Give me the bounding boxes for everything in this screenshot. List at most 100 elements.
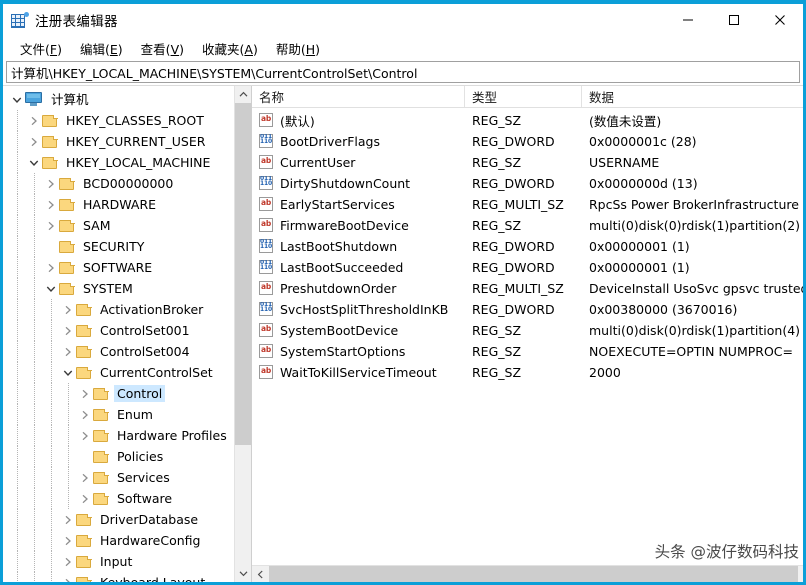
tree-item-controlset001[interactable]: ControlSet001 bbox=[3, 320, 234, 341]
table-row[interactable]: ab (默认) REG_SZ (数值未设置) bbox=[252, 110, 803, 131]
menu-item-4[interactable]: 收藏夹(A) bbox=[193, 37, 267, 60]
tree-item-bcd00000000[interactable]: BCD00000000 bbox=[3, 173, 234, 194]
value-type-text: REG_DWORD bbox=[472, 175, 555, 191]
chevron-right-icon[interactable] bbox=[60, 299, 76, 320]
tree-item-policies[interactable]: Policies bbox=[3, 446, 234, 467]
tree-item-hardwareconfig[interactable]: HardwareConfig bbox=[3, 530, 234, 551]
tree-item-hardware[interactable]: HARDWARE bbox=[3, 194, 234, 215]
folder-icon bbox=[76, 555, 92, 569]
chevron-right-icon[interactable] bbox=[77, 383, 93, 404]
column-header-type[interactable]: 类型 bbox=[465, 86, 582, 107]
menu-item-5[interactable]: 帮助(H) bbox=[267, 37, 329, 60]
chevron-right-icon[interactable] bbox=[43, 257, 59, 278]
chevron-right-icon[interactable] bbox=[60, 551, 76, 572]
address-bar[interactable]: 计算机\HKEY_LOCAL_MACHINE\SYSTEM\CurrentCon… bbox=[6, 61, 800, 83]
chevron-right-icon[interactable] bbox=[60, 320, 76, 341]
tree-item-hardware-profiles[interactable]: Hardware Profiles bbox=[3, 425, 234, 446]
tree-item-hkey-local-machine[interactable]: HKEY_LOCAL_MACHINE bbox=[3, 152, 234, 173]
column-header-name[interactable]: 名称 bbox=[252, 86, 465, 107]
minimize-button[interactable] bbox=[665, 4, 711, 36]
table-row[interactable]: 011 110 SvcHostSplitThresholdInKB REG_DWORD… bbox=[252, 299, 803, 320]
chevron-right-icon[interactable] bbox=[60, 572, 76, 582]
table-row[interactable]: 011 110 LastBootSucceeded REG_DWORD 0x000000… bbox=[252, 257, 803, 278]
table-row[interactable]: ab FirmwareBootDevice REG_SZ multi(0)disk(0… bbox=[252, 215, 803, 236]
value-data-text: 0x00000001 (1) bbox=[589, 259, 690, 275]
folder-icon bbox=[59, 282, 75, 296]
tree-scroll-up-button[interactable] bbox=[235, 86, 251, 103]
column-header-data[interactable]: 数据 bbox=[582, 86, 803, 107]
values-scroll-thumb[interactable] bbox=[269, 566, 798, 582]
tree-item-input[interactable]: Input bbox=[3, 551, 234, 572]
chevron-down-icon[interactable] bbox=[43, 278, 59, 299]
tree-guide-line bbox=[68, 425, 69, 446]
chevron-down-icon[interactable] bbox=[9, 89, 25, 110]
tree-item-sam[interactable]: SAM bbox=[3, 215, 234, 236]
value-name-cell: ab EarlyStartServices bbox=[252, 197, 465, 212]
tree-item-label: HKEY_CLASSES_ROOT bbox=[66, 113, 204, 128]
chevron-right-icon[interactable] bbox=[77, 404, 93, 425]
tree-vertical-scrollbar[interactable] bbox=[234, 86, 251, 582]
tree-item-control[interactable]: Control bbox=[3, 383, 234, 404]
menu-item-2[interactable]: 编辑(E) bbox=[71, 37, 132, 60]
tree-item-software[interactable]: Software bbox=[3, 488, 234, 509]
tree-item-software[interactable]: SOFTWARE bbox=[3, 257, 234, 278]
tree-item-label: ControlSet001 bbox=[100, 323, 190, 338]
tree-item-hkey-classes-root[interactable]: HKEY_CLASSES_ROOT bbox=[3, 110, 234, 131]
tree-scroll-down-button[interactable] bbox=[235, 565, 251, 582]
table-row[interactable]: 011 110 DirtyShutdownCount REG_DWORD 0x00000… bbox=[252, 173, 803, 194]
chevron-right-icon[interactable] bbox=[26, 131, 42, 152]
tree-item-keyboard-layout[interactable]: Keyboard Layout bbox=[3, 572, 234, 582]
table-row[interactable]: ab CurrentUser REG_SZ USERNAME bbox=[252, 152, 803, 173]
registry-tree[interactable]: 计算机 HKEY_CLASSES_ROOT HKEY_CURRENT_USER HKE… bbox=[3, 86, 234, 582]
tree-item-activationbroker[interactable]: ActivationBroker bbox=[3, 299, 234, 320]
value-type-text: REG_SZ bbox=[472, 343, 522, 359]
chevron-down-icon[interactable] bbox=[60, 362, 76, 383]
chevron-right-icon[interactable] bbox=[60, 509, 76, 530]
maximize-button[interactable] bbox=[711, 4, 757, 36]
value-data-cell: RpcSs Power BrokerInfrastructure S bbox=[582, 196, 803, 214]
chevron-right-icon[interactable] bbox=[60, 530, 76, 551]
tree-item-system[interactable]: SYSTEM bbox=[3, 278, 234, 299]
tree-guide-line bbox=[34, 404, 35, 425]
values-scroll-track[interactable] bbox=[269, 566, 803, 582]
table-row[interactable]: ab SystemBootDevice REG_SZ multi(0)disk(0)r… bbox=[252, 320, 803, 341]
dword-value-icon: 011 110 bbox=[259, 134, 274, 149]
table-row[interactable]: ab WaitToKillServiceTimeout REG_SZ 2000 bbox=[252, 362, 803, 383]
tree-item-services[interactable]: Services bbox=[3, 467, 234, 488]
tree-item-label: ActivationBroker bbox=[100, 302, 204, 317]
table-row[interactable]: ab PreshutdownOrder REG_MULTI_SZ DeviceInst… bbox=[252, 278, 803, 299]
tree-item-enum[interactable]: Enum bbox=[3, 404, 234, 425]
chevron-right-icon[interactable] bbox=[43, 194, 59, 215]
tree-item-currentcontrolset[interactable]: CurrentControlSet bbox=[3, 362, 234, 383]
tree-guide-line bbox=[17, 530, 18, 551]
close-button[interactable] bbox=[757, 4, 803, 36]
table-row[interactable]: ab EarlyStartServices REG_MULTI_SZ RpcSs Po… bbox=[252, 194, 803, 215]
tree-scroll-track[interactable] bbox=[235, 103, 251, 565]
chevron-right-icon[interactable] bbox=[43, 173, 59, 194]
values-horizontal-scrollbar[interactable] bbox=[252, 565, 803, 582]
chevron-right-icon[interactable] bbox=[77, 488, 93, 509]
tree-item-security[interactable]: SECURITY bbox=[3, 236, 234, 257]
menu-item-1[interactable]: 文件(F) bbox=[11, 37, 71, 60]
chevron-down-icon[interactable] bbox=[26, 152, 42, 173]
tree-scroll-thumb[interactable] bbox=[235, 103, 251, 445]
chevron-right-icon[interactable] bbox=[77, 467, 93, 488]
tree-item-label: SYSTEM bbox=[83, 281, 133, 296]
tree-item-hkey-current-user[interactable]: HKEY_CURRENT_USER bbox=[3, 131, 234, 152]
chevron-right-icon[interactable] bbox=[26, 110, 42, 131]
tree-item-controlset004[interactable]: ControlSet004 bbox=[3, 341, 234, 362]
table-row[interactable]: 011 110 BootDriverFlags REG_DWORD 0x0000001c… bbox=[252, 131, 803, 152]
table-row[interactable]: ab SystemStartOptions REG_SZ NOEXECUTE=OPT… bbox=[252, 341, 803, 362]
menu-item-3[interactable]: 查看(V) bbox=[132, 37, 193, 60]
chevron-right-icon[interactable] bbox=[60, 341, 76, 362]
chevron-right-icon[interactable] bbox=[77, 425, 93, 446]
string-value-icon: ab bbox=[259, 218, 274, 233]
menu-bar: 文件(F) 编辑(E) 查看(V) 收藏夹(A) 帮助(H) bbox=[3, 36, 803, 61]
tree-item-driverdatabase[interactable]: DriverDatabase bbox=[3, 509, 234, 530]
values-scroll-left-button[interactable] bbox=[252, 566, 269, 582]
table-row[interactable]: 011 110 LastBootShutdown REG_DWORD 0x0000000… bbox=[252, 236, 803, 257]
value-name-text: SystemStartOptions bbox=[280, 344, 406, 359]
tree-item--[interactable]: 计算机 bbox=[3, 89, 234, 110]
value-type-text: REG_MULTI_SZ bbox=[472, 280, 564, 296]
chevron-right-icon[interactable] bbox=[43, 215, 59, 236]
